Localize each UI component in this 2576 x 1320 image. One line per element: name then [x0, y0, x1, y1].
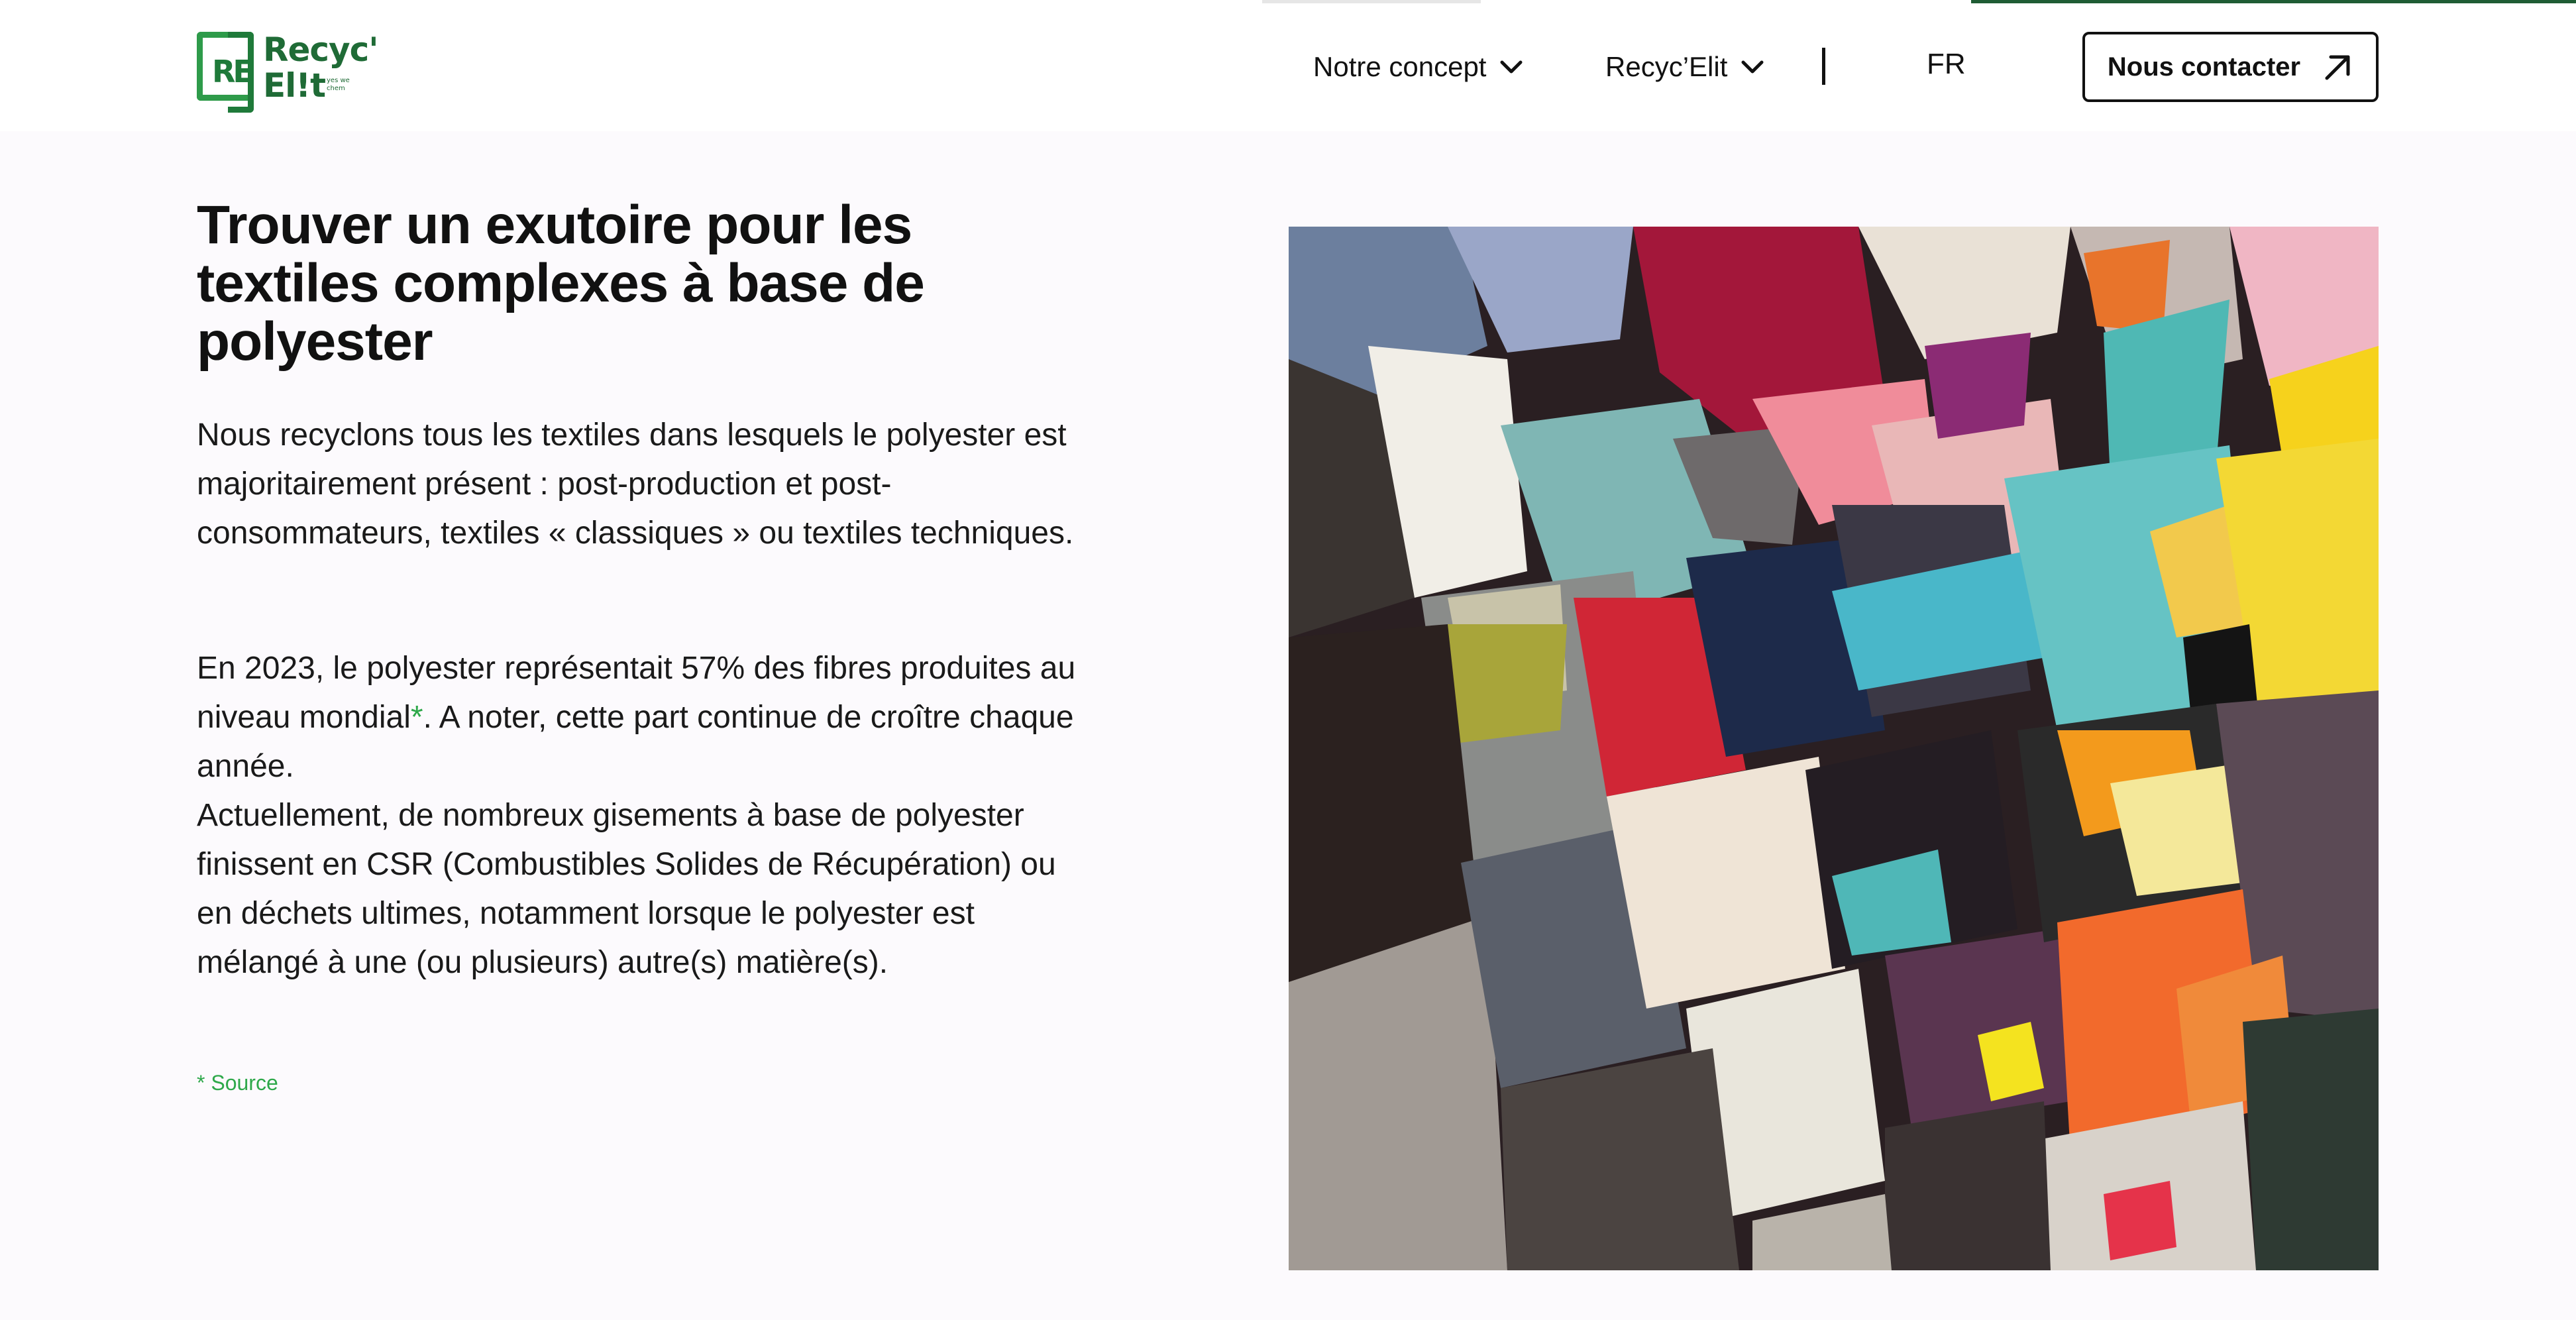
site-header: RE Recyc' El!t yes we chem Notre concept… [0, 0, 2576, 131]
polyester-paragraph: En 2023, le polyester représentait 57% d… [197, 644, 1085, 987]
page-title: Trouver un exutoire pour les textiles co… [197, 195, 925, 372]
nav-item-notre-concept[interactable]: Notre concept [1313, 49, 1523, 85]
arrow-up-right-icon [2325, 55, 2350, 80]
nav-item-recyc-elit[interactable]: Recyc’Elit [1605, 49, 1764, 85]
logo-mark-text: RE [212, 54, 254, 89]
footnote-asterisk: * [410, 700, 423, 735]
textile-scraps-illustration [1289, 227, 2379, 1270]
logo-word-line1: Recyc' [263, 30, 379, 69]
logo-word-line2: El!t [263, 66, 326, 105]
header-accent-line-green [1971, 0, 2576, 3]
source-link[interactable]: * Source [197, 1071, 278, 1095]
header-accent-line [1262, 0, 1481, 3]
nav-divider [1822, 48, 1825, 85]
site-logo[interactable]: RE Recyc' El!t yes we chem [197, 30, 379, 113]
nav-item-label: Notre concept [1313, 51, 1487, 82]
language-switcher[interactable]: FR [1927, 48, 1966, 81]
chevron-down-icon [1741, 60, 1764, 74]
contact-button-label: Nous contacter [2107, 52, 2301, 82]
contact-button[interactable]: Nous contacter [2082, 32, 2379, 102]
intro-paragraph: Nous recyclons tous les textiles dans le… [197, 417, 1074, 551]
polyester-context-text: Actuellement, de nombreux gisements à ba… [197, 798, 1056, 980]
textile-scraps-image [1289, 227, 2379, 1270]
chevron-down-icon [1500, 60, 1523, 74]
logo-tagline: yes we chem [327, 77, 350, 92]
logo-mark-icon: RE [197, 32, 254, 113]
nav-item-label: Recyc’Elit [1605, 51, 1728, 82]
